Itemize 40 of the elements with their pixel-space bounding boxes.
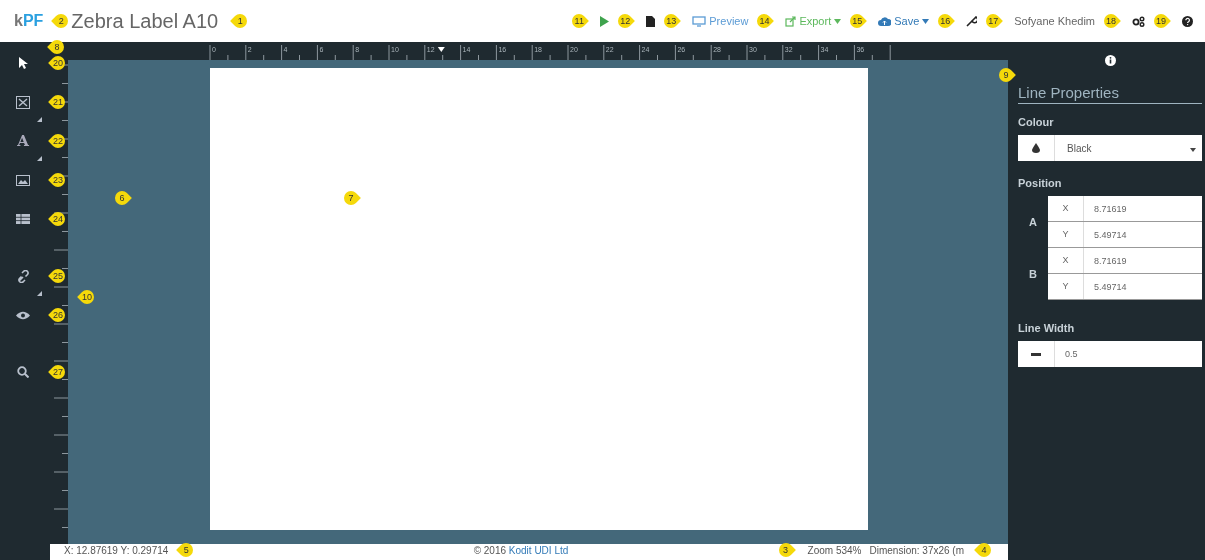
- colour-select[interactable]: Black: [1018, 135, 1202, 161]
- line-width-field[interactable]: 0.5: [1018, 341, 1202, 367]
- wrench-icon[interactable]: [966, 15, 978, 27]
- app-logo[interactable]: kPF: [14, 12, 44, 30]
- save-button[interactable]: Save: [878, 15, 930, 27]
- search-icon: [17, 366, 29, 378]
- zoom-level: Zoom 534%: [807, 544, 862, 556]
- image-icon: [16, 174, 30, 186]
- info-icon[interactable]: [1104, 55, 1116, 66]
- user-name[interactable]: Sofyane Khedim: [1014, 15, 1095, 27]
- document-title: Zebra Label A10: [71, 9, 219, 33]
- text-tool[interactable]: A: [8, 126, 38, 156]
- cursor-coordinates: X: 12.87619 Y: 0.29714: [64, 544, 169, 556]
- coordinate-field[interactable]: X 8.71619: [1048, 196, 1202, 222]
- caret-icon: [1190, 147, 1196, 152]
- play-icon[interactable]: [600, 15, 610, 27]
- label-dimension: Dimension: 37x26 (m: [869, 544, 964, 556]
- company-link[interactable]: Kodit UDI Ltd: [508, 544, 569, 556]
- external-link-icon: [785, 15, 797, 27]
- coordinate-field[interactable]: X 8.71619: [1048, 248, 1202, 274]
- link-icon: [16, 269, 30, 283]
- eye-icon: [16, 310, 30, 320]
- cloud-upload-icon: [878, 16, 892, 26]
- coordinate-field[interactable]: Y 5.49714: [1048, 274, 1202, 300]
- settings-icon[interactable]: [1132, 15, 1145, 27]
- monitor-icon: [692, 15, 707, 27]
- file-icon[interactable]: [646, 15, 656, 27]
- copyright-text: © 2016 Kodit UDI Ltd: [472, 544, 569, 556]
- help-icon[interactable]: [1182, 15, 1193, 27]
- field-label: Line Width: [1018, 322, 1076, 334]
- pointer-icon: [18, 56, 28, 70]
- coordinate-field[interactable]: Y 5.49714: [1048, 222, 1202, 248]
- field-label: Colour: [1018, 116, 1055, 128]
- point-label: A: [1028, 216, 1038, 228]
- drop-icon: [1032, 143, 1040, 153]
- panel-title: Line Properties: [1018, 84, 1202, 104]
- table-icon: [16, 214, 30, 224]
- minus-icon: [1031, 352, 1041, 356]
- field-label: Position: [1018, 177, 1063, 189]
- point-label: B: [1028, 268, 1038, 280]
